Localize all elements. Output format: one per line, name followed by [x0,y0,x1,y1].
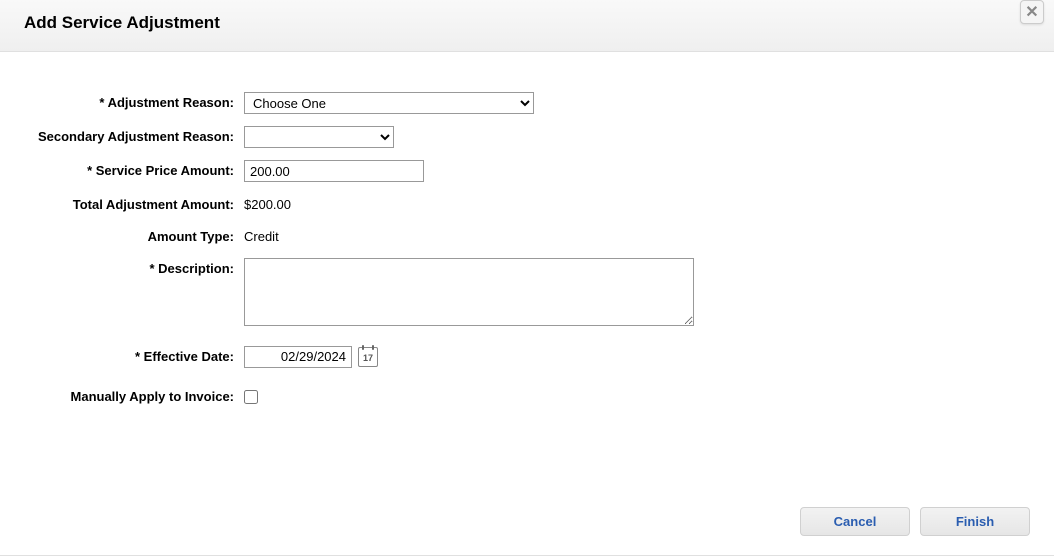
dialog-header: Add Service Adjustment ✕ [0,0,1054,52]
label-adjustment-reason: * Adjustment Reason: [24,92,244,112]
row-manually-apply: Manually Apply to Invoice: [24,386,1030,406]
button-bar: Cancel Finish [800,507,1030,536]
value-total-adjustment-amount: $200.00 [244,194,291,212]
row-adjustment-reason: * Adjustment Reason: Choose One [24,92,1030,114]
finish-button[interactable]: Finish [920,507,1030,536]
input-effective-date[interactable] [244,346,352,368]
label-service-price-amount: * Service Price Amount: [24,160,244,180]
form-area: * Adjustment Reason: Choose One Secondar… [0,52,1054,438]
row-description: * Description: [24,258,1030,326]
select-secondary-reason[interactable] [244,126,394,148]
calendar-icon-day: 17 [363,353,373,363]
dialog-title: Add Service Adjustment [24,13,1030,33]
label-total-adjustment-amount: Total Adjustment Amount: [24,194,244,214]
label-effective-date: * Effective Date: [24,346,244,366]
label-description: * Description: [24,258,244,278]
row-service-price-amount: * Service Price Amount: [24,160,1030,182]
label-amount-type: Amount Type: [24,226,244,246]
row-total-adjustment-amount: Total Adjustment Amount: $200.00 [24,194,1030,214]
textarea-description[interactable] [244,258,694,326]
calendar-icon[interactable]: 17 [358,347,378,367]
close-button[interactable]: ✕ [1020,0,1044,24]
row-amount-type: Amount Type: Credit [24,226,1030,246]
select-adjustment-reason[interactable]: Choose One [244,92,534,114]
cancel-button[interactable]: Cancel [800,507,910,536]
row-secondary-reason: Secondary Adjustment Reason: [24,126,1030,148]
input-service-price-amount[interactable] [244,160,424,182]
label-secondary-reason: Secondary Adjustment Reason: [24,126,244,146]
label-manually-apply: Manually Apply to Invoice: [24,386,244,406]
close-icon: ✕ [1025,2,1038,22]
checkbox-manually-apply[interactable] [244,390,258,404]
row-effective-date: * Effective Date: 17 [24,346,1030,368]
value-amount-type: Credit [244,226,279,244]
